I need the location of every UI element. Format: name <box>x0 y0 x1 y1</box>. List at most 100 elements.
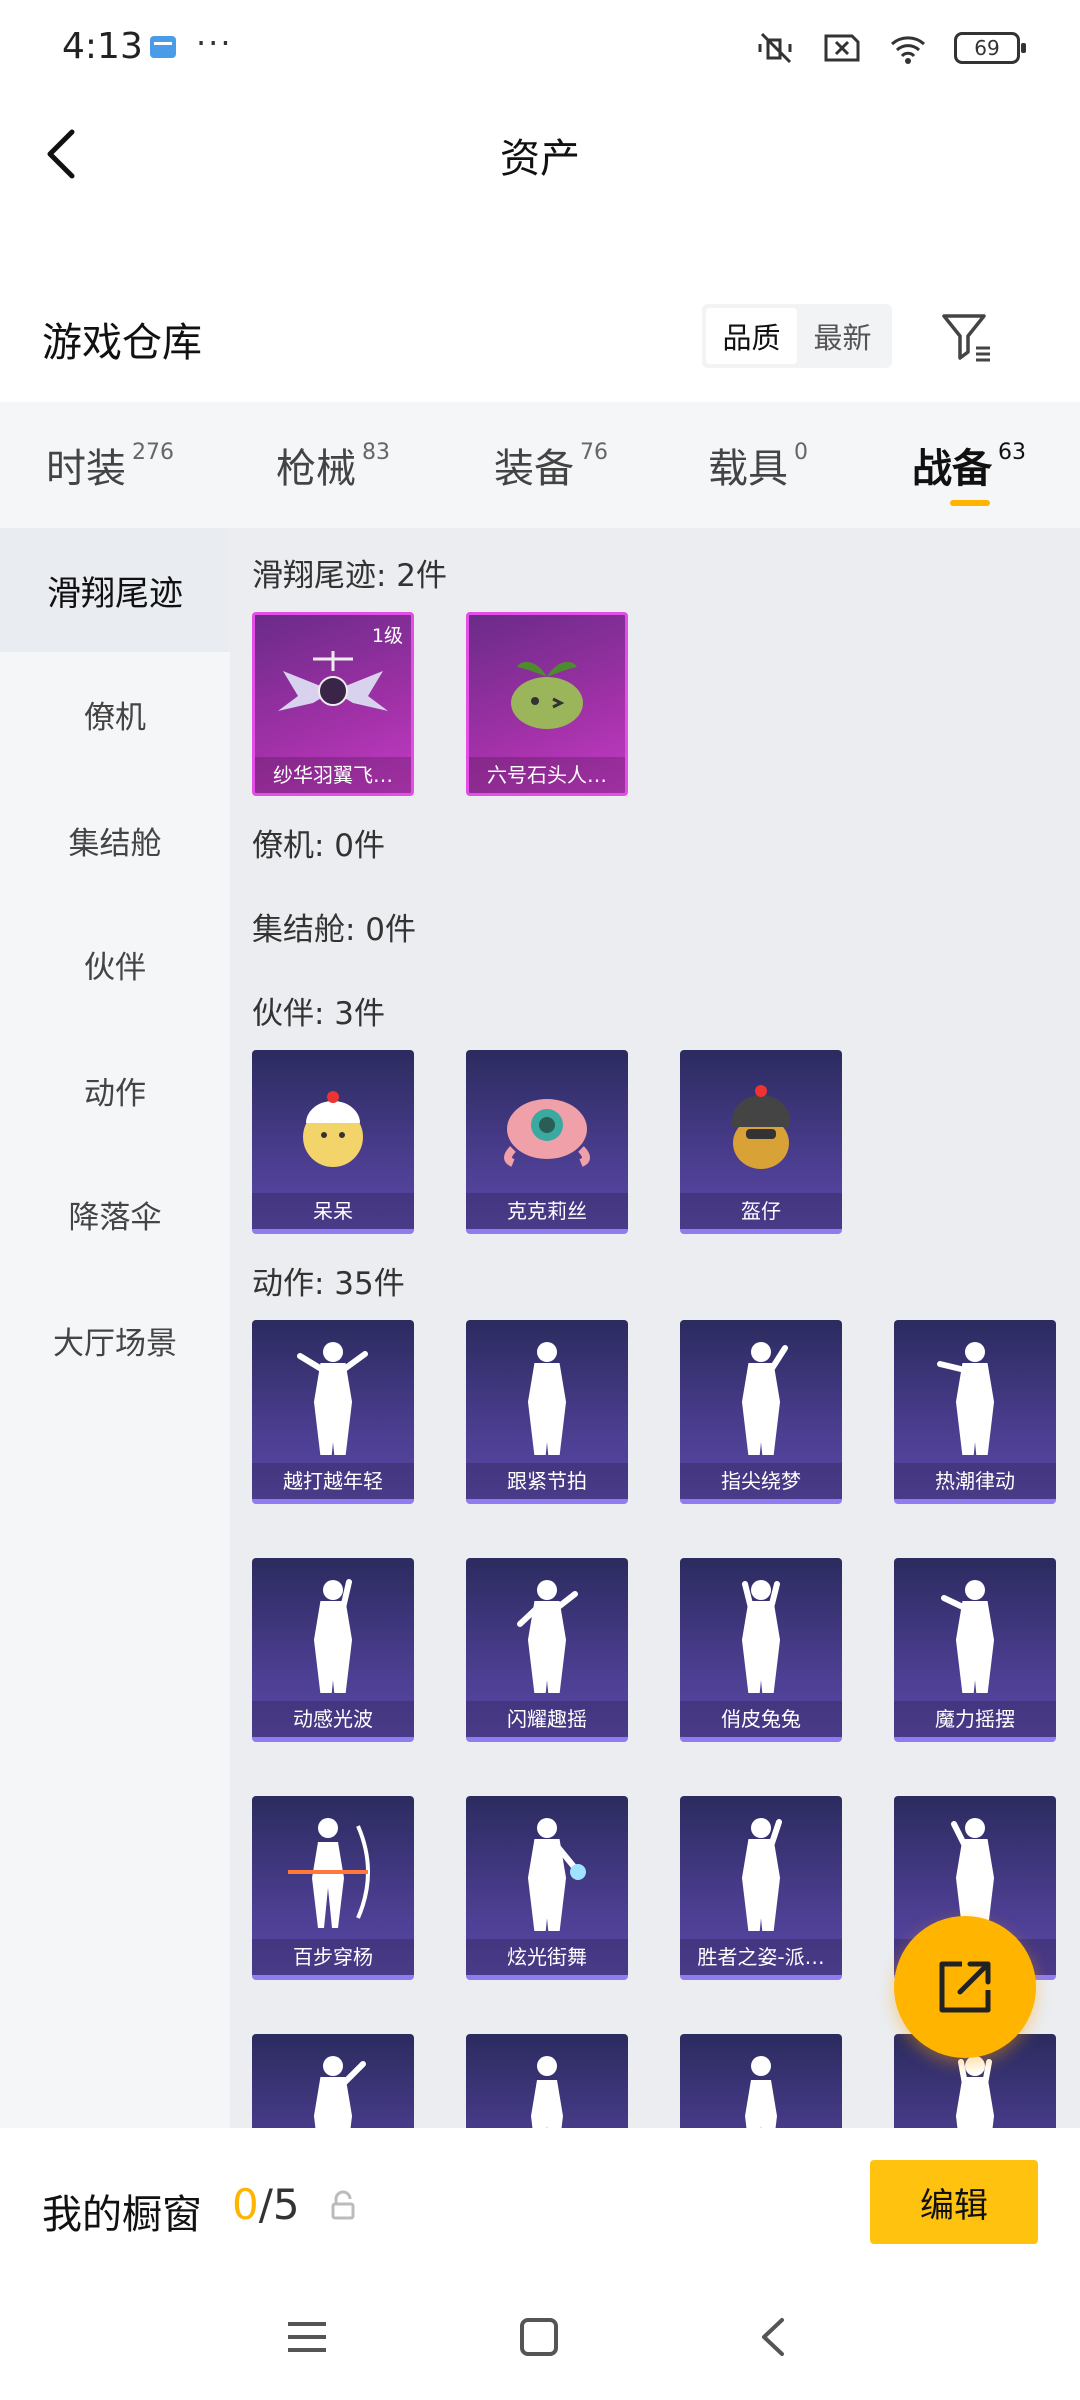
warehouse-title: 游戏仓库 <box>42 320 202 366</box>
dancer-silhouette-icon <box>252 1326 414 1466</box>
showcase-total: /5 <box>258 2180 300 2229</box>
helmet-chick-partner-icon <box>680 1056 842 1196</box>
group-title-emote: 动作: 35件 <box>252 1266 405 1302</box>
item-name: 动感光波 <box>252 1701 414 1737</box>
page-title: 资产 <box>500 136 580 182</box>
dancer-silhouette-icon <box>680 2040 842 2128</box>
item-card[interactable]: 百步穿杨 <box>252 1796 414 1980</box>
dancer-silhouette-icon <box>466 1802 628 1942</box>
back-icon[interactable] <box>750 2312 800 2362</box>
subcategory-sidebar: 滑翔尾迹 僚机 集结舱 伙伴 动作 降落伞 大厅场景 <box>0 528 230 2128</box>
menu-icon[interactable] <box>282 2312 332 2362</box>
showcase-count: 0/5 <box>232 2180 300 2229</box>
winner-silhouette-icon <box>680 1802 842 1942</box>
showcase-current: 0 <box>232 2180 259 2229</box>
archer-silhouette-icon <box>252 1802 414 1942</box>
tab-guns[interactable]: 枪械 83 <box>276 436 390 494</box>
item-card[interactable]: 越打越年轻 <box>252 1320 414 1504</box>
item-card[interactable]: 动感光波 <box>252 1558 414 1742</box>
tab-label: 战备 <box>912 446 992 492</box>
sidebar-item-lobby[interactable]: 大厅场景 <box>0 1278 230 1402</box>
tab-count: 83 <box>362 440 390 465</box>
item-name: 胜者之姿-派… <box>680 1939 842 1975</box>
sidebar-item-assembly[interactable]: 集结舱 <box>0 778 230 902</box>
showcase-panel: 我的橱窗 0/5 编辑 <box>0 2128 1080 2278</box>
item-card[interactable] <box>466 2034 628 2128</box>
sidebar-item-trail[interactable]: 滑翔尾迹 <box>0 528 230 652</box>
tab-battle-prep[interactable]: 战备 63 <box>912 436 1026 494</box>
battery-icon: 69 <box>954 32 1026 64</box>
item-card[interactable]: 克克莉丝 <box>466 1050 628 1234</box>
item-card[interactable]: 热潮律动 <box>894 1320 1056 1504</box>
tab-equipment[interactable]: 装备 76 <box>494 436 608 494</box>
tab-count: 276 <box>132 440 174 465</box>
tab-label: 装备 <box>494 446 574 492</box>
item-card[interactable]: 俏皮兔兔 <box>680 1558 842 1742</box>
group-title-assembly: 集结舱: 0件 <box>252 912 417 948</box>
octopus-partner-icon <box>466 1056 628 1196</box>
item-card[interactable]: 盔仔 <box>680 1050 842 1234</box>
dancer-silhouette-icon <box>466 1564 628 1704</box>
stone-creature-icon <box>469 621 625 761</box>
item-card[interactable]: 炫光街舞 <box>466 1796 628 1980</box>
dancer-silhouette-icon <box>466 1326 628 1466</box>
item-card[interactable]: 六号石头人… <box>466 612 628 796</box>
item-name: 越打越年轻 <box>252 1463 414 1499</box>
item-card[interactable]: 胜者之姿-派… <box>680 1796 842 1980</box>
item-name: 热潮律动 <box>894 1463 1056 1499</box>
sort-quality-button[interactable]: 品质 <box>706 308 797 364</box>
item-card[interactable]: 指尖绕梦 <box>680 1320 842 1504</box>
tab-label: 枪械 <box>276 446 356 492</box>
sidebar-item-emote[interactable]: 动作 <box>0 1028 230 1152</box>
dancer-silhouette-icon <box>252 1564 414 1704</box>
tab-count: 63 <box>998 440 1026 465</box>
lock-icon <box>331 2190 355 2220</box>
tab-fashion[interactable]: 时装 276 <box>46 436 174 494</box>
category-tabs: 时装 276 枪械 83 装备 76 载具 0 战备 63 <box>0 402 1080 528</box>
tab-label: 载具 <box>708 446 788 492</box>
mute-vibrate-icon <box>758 32 792 64</box>
dancer-silhouette-icon <box>894 1564 1056 1704</box>
group-title-trail: 滑翔尾迹: 2件 <box>252 558 448 594</box>
more-notifications-icon: ··· <box>196 24 233 62</box>
sort-toggle: 品质 最新 <box>702 304 892 368</box>
item-card[interactable]: 魔力摇摆 <box>894 1558 1056 1742</box>
sort-newest-button[interactable]: 最新 <box>797 308 888 364</box>
winged-trail-icon <box>255 621 411 761</box>
item-grid-area: 滑翔尾迹: 2件 1级 纱华羽翼飞… 六号石头人… 僚机: 0件 集结舱: 0件… <box>230 528 1080 2128</box>
mail-notification-icon <box>150 36 176 58</box>
tab-label: 时装 <box>46 446 126 492</box>
item-name: 盔仔 <box>680 1193 842 1229</box>
wifi-icon <box>891 36 925 64</box>
item-name: 六号石头人… <box>469 757 625 793</box>
item-name: 呆呆 <box>252 1193 414 1229</box>
item-card[interactable]: 呆呆 <box>252 1050 414 1234</box>
status-time: 4:13 <box>62 26 143 67</box>
share-button[interactable] <box>894 1916 1036 2058</box>
app-header: 资产 <box>0 100 1080 210</box>
item-card[interactable] <box>680 2034 842 2128</box>
dancer-silhouette-icon <box>680 1326 842 1466</box>
tab-vehicles[interactable]: 载具 0 <box>708 436 808 494</box>
home-icon[interactable] <box>514 2312 564 2362</box>
item-card[interactable]: 1级 纱华羽翼飞… <box>252 612 414 796</box>
dancer-silhouette-icon <box>252 2040 414 2128</box>
sidebar-item-parachute[interactable]: 降落伞 <box>0 1152 230 1276</box>
item-name: 魔力摇摆 <box>894 1701 1056 1737</box>
filter-icon[interactable] <box>938 308 998 368</box>
sidebar-item-wingman[interactable]: 僚机 <box>0 652 230 776</box>
item-name: 炫光街舞 <box>466 1939 628 1975</box>
dancer-silhouette-icon <box>466 2040 628 2128</box>
item-name: 闪耀趣摇 <box>466 1701 628 1737</box>
item-name: 俏皮兔兔 <box>680 1701 842 1737</box>
item-card[interactable]: 跟紧节拍 <box>466 1320 628 1504</box>
showcase-title: 我的橱窗 <box>42 2192 202 2238</box>
item-card[interactable] <box>252 2034 414 2128</box>
sidebar-item-partner[interactable]: 伙伴 <box>0 902 230 1026</box>
dancer-silhouette-icon <box>680 1564 842 1704</box>
edit-button[interactable]: 编辑 <box>870 2160 1038 2244</box>
item-card[interactable]: 闪耀趣摇 <box>466 1558 628 1742</box>
share-external-icon <box>939 1961 991 2013</box>
item-name: 百步穿杨 <box>252 1939 414 1975</box>
item-name: 跟紧节拍 <box>466 1463 628 1499</box>
